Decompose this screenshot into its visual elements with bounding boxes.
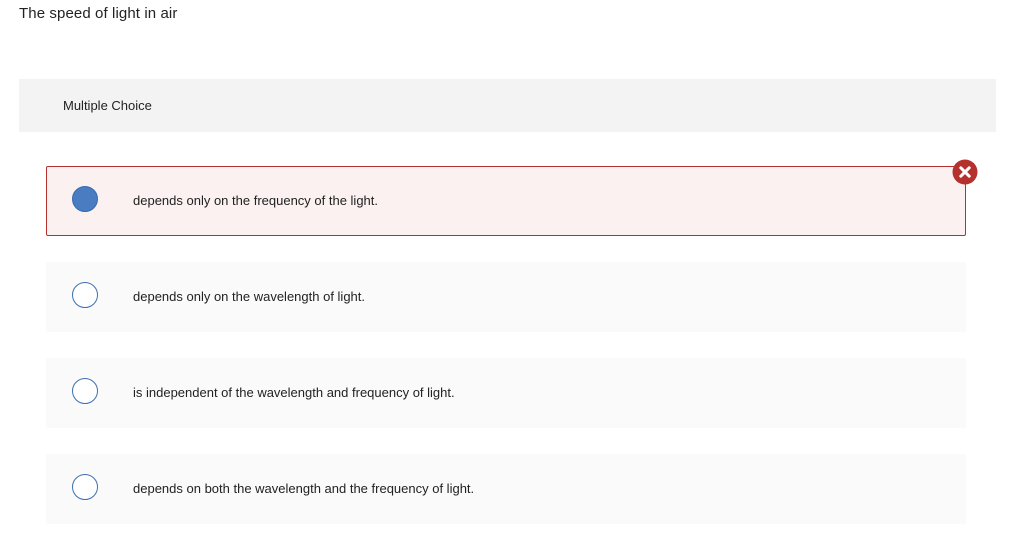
choice-option-3[interactable]: is independent of the wavelength and fre… [46,358,966,428]
choice-label: is independent of the wavelength and fre… [133,385,455,400]
choices-list: depends only on the frequency of the lig… [19,132,996,539]
question-type-label: Multiple Choice [63,98,152,113]
choice-option-1[interactable]: depends only on the frequency of the lig… [46,166,966,236]
question-panel: Multiple Choice depends only on the freq… [19,79,996,539]
radio-button-selected[interactable] [72,186,98,212]
choice-label: depends on both the wavelength and the f… [133,481,475,496]
radio-button[interactable] [72,474,98,500]
choice-label: depends only on the frequency of the lig… [133,193,379,208]
close-circle-icon [952,159,978,185]
choice-option-2[interactable]: depends only on the wavelength of light. [46,262,966,332]
panel-header: Multiple Choice [19,79,996,132]
radio-button[interactable] [72,378,98,404]
question-prompt: The speed of light in air [19,5,178,22]
choice-option-4[interactable]: depends on both the wavelength and the f… [46,454,966,524]
radio-button[interactable] [72,282,98,308]
choice-label: depends only on the wavelength of light. [133,289,366,304]
